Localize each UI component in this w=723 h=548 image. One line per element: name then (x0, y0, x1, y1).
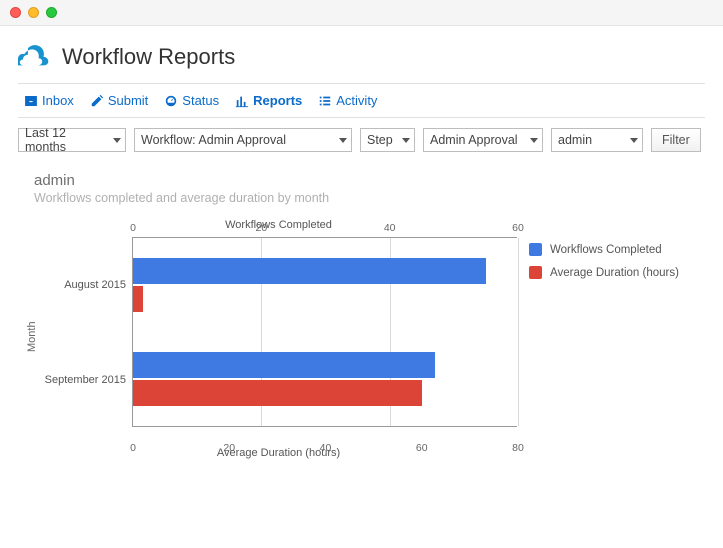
scope-select[interactable]: Step (360, 128, 415, 152)
axis-tick: 0 (130, 442, 136, 454)
legend: Workflows Completed Average Duration (ho… (529, 243, 679, 459)
select-value: admin (558, 133, 592, 147)
axis-tick: 80 (512, 442, 524, 454)
axis-tick: 0 (130, 222, 136, 234)
axis-tick: 40 (384, 222, 396, 234)
inbox-icon (24, 94, 38, 108)
tab-label: Activity (336, 93, 377, 108)
filter-button[interactable]: Filter (651, 128, 701, 152)
edit-icon (90, 94, 104, 108)
chevron-down-icon (113, 138, 121, 143)
bar-workflows-completed (133, 352, 435, 378)
page-header: Workflow Reports (18, 36, 705, 83)
nav-tabs: Inbox Submit Status Reports Activity (18, 83, 705, 118)
tab-status[interactable]: Status (158, 91, 225, 110)
workflow-select[interactable]: Workflow: Admin Approval (134, 128, 352, 152)
chevron-down-icon (630, 138, 638, 143)
plot-area: 0204060 020406080 (132, 237, 517, 427)
legend-label: Workflows Completed (550, 244, 662, 256)
axis-tick: 20 (255, 222, 267, 234)
tab-label: Inbox (42, 93, 74, 108)
report-subtitle: Workflows completed and average duration… (34, 191, 705, 205)
chart: Month Workflows Completed August 2015 Se… (18, 215, 705, 459)
select-value: Admin Approval (430, 133, 518, 147)
axis-tick: 60 (416, 442, 428, 454)
chevron-down-icon (402, 138, 410, 143)
legend-item: Workflows Completed (529, 243, 679, 256)
tab-submit[interactable]: Submit (84, 91, 154, 110)
legend-item: Average Duration (hours) (529, 266, 679, 279)
chevron-down-icon (530, 138, 538, 143)
y-axis-label: Month (24, 215, 40, 459)
select-value: Workflow: Admin Approval (141, 133, 286, 147)
list-icon (318, 94, 332, 108)
bar-group (133, 238, 517, 332)
chevron-down-icon (339, 138, 347, 143)
date-range-select[interactable]: Last 12 months (18, 128, 126, 152)
tab-inbox[interactable]: Inbox (18, 91, 80, 110)
select-value: Step (367, 133, 393, 147)
tab-label: Status (182, 93, 219, 108)
tab-label: Reports (253, 93, 302, 108)
category-label: September 2015 (40, 374, 126, 386)
category-label: August 2015 (40, 279, 126, 291)
legend-swatch-icon (529, 243, 542, 256)
user-select[interactable]: admin (551, 128, 643, 152)
bar-group (133, 332, 517, 426)
top-axis-label: Workflows Completed (40, 219, 517, 231)
select-value: Last 12 months (25, 126, 107, 154)
page-title: Workflow Reports (62, 44, 235, 70)
bar-average-duration (133, 286, 143, 312)
bar-chart-icon (235, 94, 249, 108)
tab-reports[interactable]: Reports (229, 91, 308, 110)
tab-label: Submit (108, 93, 148, 108)
axis-tick: 60 (512, 222, 524, 234)
bar-average-duration (133, 380, 422, 406)
tab-activity[interactable]: Activity (312, 91, 383, 110)
legend-label: Average Duration (hours) (550, 267, 679, 279)
category-labels: August 2015 September 2015 (40, 237, 132, 427)
maximize-window-button[interactable] (46, 7, 57, 18)
cloud-logo-icon (18, 40, 52, 73)
bottom-axis-label: Average Duration (hours) (40, 447, 517, 459)
axis-tick: 40 (320, 442, 332, 454)
axis-tick: 20 (223, 442, 235, 454)
report-title: admin (34, 172, 705, 189)
close-window-button[interactable] (10, 7, 21, 18)
filters-row: Last 12 months Workflow: Admin Approval … (18, 118, 705, 156)
step-name-select[interactable]: Admin Approval (423, 128, 543, 152)
window-chrome (0, 0, 723, 26)
legend-swatch-icon (529, 266, 542, 279)
minimize-window-button[interactable] (28, 7, 39, 18)
gauge-icon (164, 94, 178, 108)
bar-workflows-completed (133, 258, 486, 284)
